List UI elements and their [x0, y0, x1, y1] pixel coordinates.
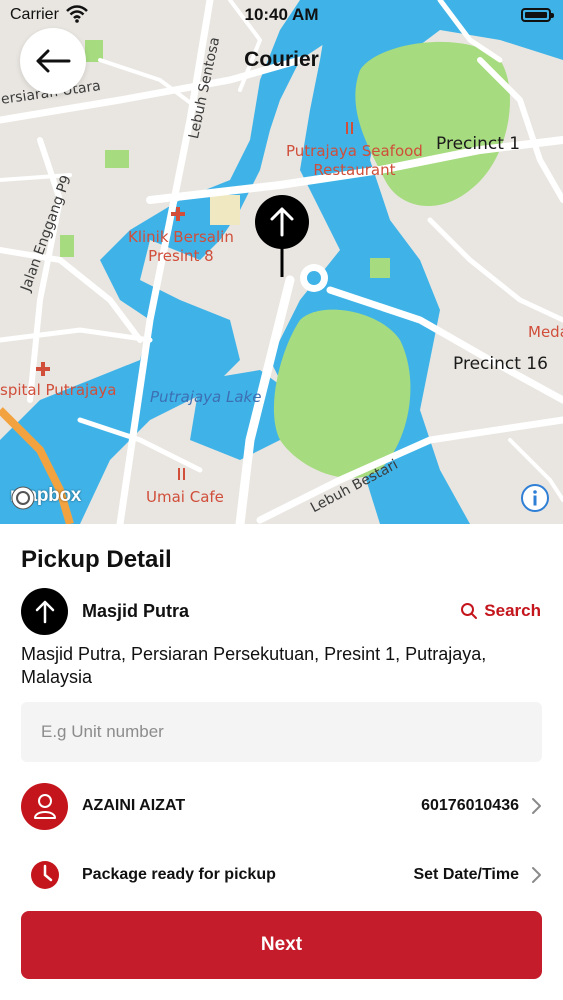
chevron-right-icon	[532, 798, 541, 814]
mapbox-logo[interactable]: mapbox	[10, 485, 81, 510]
location-name: Masjid Putra	[82, 601, 190, 621]
status-bar: Carrier 10:40 AM	[0, 0, 563, 30]
map-label-media: Meda	[528, 323, 563, 341]
next-button[interactable]: Next	[21, 911, 542, 979]
contact-row[interactable]: AZAINI AIZAT 60176010436	[21, 782, 543, 830]
search-button[interactable]: Search	[460, 601, 541, 621]
map-label-klinik: Klinik Bersalin Presint 8	[128, 228, 234, 266]
battery-icon	[521, 8, 554, 22]
pickup-location-icon	[21, 588, 68, 635]
map-view[interactable]: ersiaran Utara Lebuh Sentosa Jalan Engga…	[0, 0, 563, 524]
map-label-lake: Putrajaya Lake	[150, 388, 262, 406]
klinik-line2: Presint 8	[148, 247, 214, 265]
clock-icon	[21, 852, 68, 899]
search-icon	[461, 603, 478, 619]
seafood-line1: Putrajaya Seafood	[286, 142, 423, 160]
unit-number-input[interactable]	[21, 702, 542, 762]
pickup-time-row[interactable]: Package ready for pickup Set Date/Time	[21, 852, 543, 898]
contact-avatar-icon	[21, 782, 68, 830]
map-label-hospital: spital Putrajaya	[0, 381, 117, 399]
section-title: Pickup Detail	[21, 546, 172, 573]
pickup-address: Masjid Putra, Persiaran Persekutuan, Pre…	[21, 644, 487, 687]
map-label-precinct-16: Precinct 16	[453, 354, 548, 374]
pickup-pin-icon[interactable]	[254, 195, 310, 277]
seafood-line2: Restaurant	[313, 161, 396, 179]
map-label-precinct-1: Precinct 1	[436, 134, 521, 154]
set-datetime-value: Set Date/Time	[413, 866, 519, 883]
map-info-icon[interactable]	[520, 483, 550, 513]
ready-label: Package ready for pickup	[82, 866, 276, 883]
map-label-seafood-restaurant: Putrajaya Seafood Restaurant	[286, 142, 423, 180]
search-label: Search	[484, 601, 541, 620]
contact-phone: 60176010436	[421, 797, 519, 814]
contact-name: AZAINI AIZAT	[82, 797, 186, 814]
page-title: Courier	[244, 48, 319, 71]
pickup-detail-panel: Pickup Detail Masjid Putra Search Masjid…	[0, 524, 563, 1000]
clock-time: 10:40 AM	[244, 5, 319, 24]
mapbox-mark-icon	[11, 486, 35, 510]
chevron-right-icon	[532, 867, 541, 883]
klinik-line1: Klinik Bersalin	[128, 228, 234, 246]
map-label-umai-cafe: Umai Cafe	[146, 488, 224, 506]
